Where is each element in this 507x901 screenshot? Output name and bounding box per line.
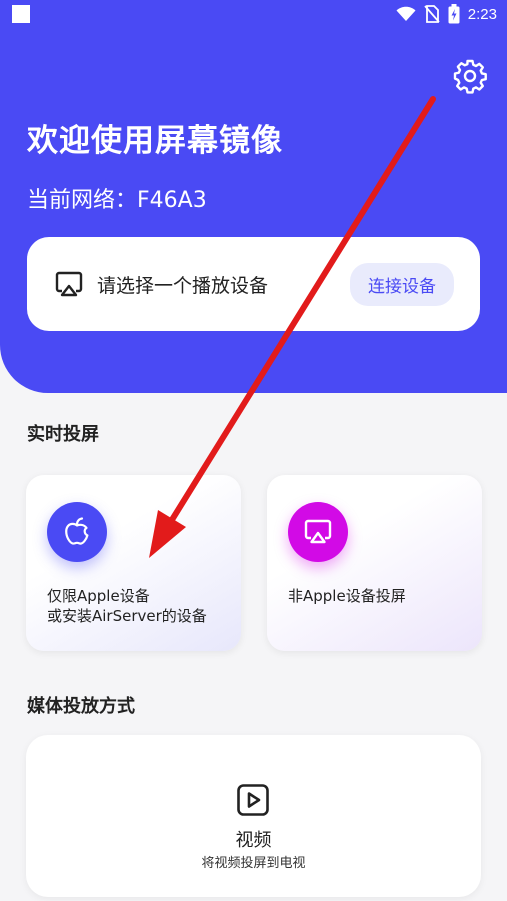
no-sim-icon <box>424 5 440 23</box>
wifi-icon <box>396 6 416 21</box>
realtime-section-title: 实时投屏 <box>27 424 99 445</box>
apple-icon <box>65 517 89 545</box>
video-subtitle: 将视频投屏到电视 <box>201 856 306 871</box>
video-title: 视频 <box>235 830 272 851</box>
video-play-icon <box>237 784 269 816</box>
header-panel: 欢迎使用屏幕镜像 当前网络：F46A3 请选择一个播放设备 连接设备 <box>0 0 507 393</box>
notification-square-icon <box>12 5 30 23</box>
apple-icon-badge <box>47 502 107 562</box>
network-label: 当前网络：F46A3 <box>27 188 207 213</box>
non-apple-mirror-label: 非Apple设备投屏 <box>288 587 406 605</box>
apple-mirror-line2: 或安装AirServer的设备 <box>47 607 207 625</box>
video-cast-card[interactable]: 视频 将视频投屏到电视 <box>26 735 481 897</box>
device-hint: 请选择一个播放设备 <box>97 274 269 297</box>
airplay-icon <box>304 519 332 544</box>
apple-mirror-line1: 仅限Apple设备 <box>47 587 150 605</box>
screen: 欢迎使用屏幕镜像 当前网络：F46A3 请选择一个播放设备 连接设备 2:23 … <box>0 0 507 901</box>
clock: 2:23 <box>467 5 497 23</box>
settings-button[interactable] <box>452 58 488 94</box>
battery-charging-icon <box>448 4 460 24</box>
device-selector-card[interactable]: 请选择一个播放设备 连接设备 <box>27 237 480 331</box>
status-bar: 2:23 <box>0 0 507 28</box>
apple-mirror-card[interactable]: 仅限Apple设备 或安装AirServer的设备 <box>26 475 241 651</box>
apple-mirror-label: 仅限Apple设备 或安装AirServer的设备 <box>47 586 207 626</box>
non-apple-mirror-card[interactable]: 非Apple设备投屏 <box>267 475 482 651</box>
gear-icon <box>453 59 487 94</box>
media-section-title: 媒体投放方式 <box>27 696 135 717</box>
airplay-icon <box>55 271 83 297</box>
welcome-title: 欢迎使用屏幕镜像 <box>27 123 283 159</box>
airplay-icon-badge <box>288 502 348 562</box>
connect-device-button[interactable]: 连接设备 <box>350 262 454 306</box>
